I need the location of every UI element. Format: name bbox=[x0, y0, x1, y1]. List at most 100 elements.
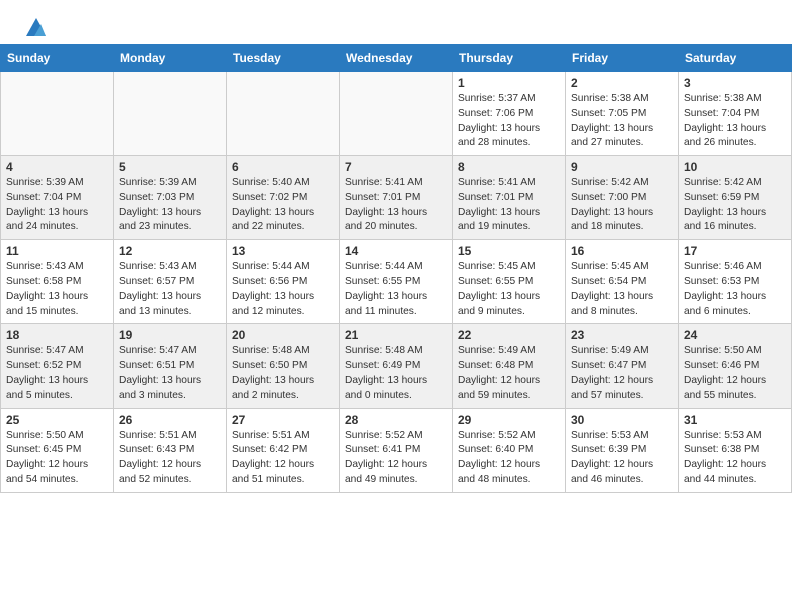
calendar-day-cell: 23Sunrise: 5:49 AM Sunset: 6:47 PM Dayli… bbox=[566, 324, 679, 408]
day-number: 10 bbox=[684, 160, 786, 174]
day-of-week-header: Friday bbox=[566, 45, 679, 72]
day-info: Sunrise: 5:43 AM Sunset: 6:57 PM Dayligh… bbox=[119, 260, 221, 319]
calendar-day-cell: 8 Sunrise: 5:41 AM Sunset: 7:01 PM Daylig… bbox=[453, 156, 566, 240]
calendar-day-cell: 31 Sunrise: 5:53 AM Sunset: 6:38 PM Dayli… bbox=[679, 408, 792, 492]
day-number: 21 bbox=[345, 328, 447, 342]
calendar-day-cell: 1Sunrise: 5:37 AM Sunset: 7:06 PM Daylig… bbox=[453, 72, 566, 156]
day-number: 30 bbox=[571, 413, 673, 427]
calendar-week-row: 18 Sunrise: 5:47 AM Sunset: 6:52 PM Dayli… bbox=[1, 324, 792, 408]
calendar-day-cell: 5Sunrise: 5:39 AM Sunset: 7:03 PM Daylig… bbox=[114, 156, 227, 240]
day-info: Sunrise: 5:48 AM Sunset: 6:50 PM Dayligh… bbox=[232, 344, 334, 403]
day-info: Sunrise: 5:51 AM Sunset: 6:42 PM Dayligh… bbox=[232, 429, 334, 488]
day-info: Sunrise: 5:50 AM Sunset: 6:45 PM Dayligh… bbox=[6, 429, 108, 488]
calendar-day-cell: 16Sunrise: 5:45 AM Sunset: 6:54 PM Dayli… bbox=[566, 240, 679, 324]
day-info: Sunrise: 5:47 AM Sunset: 6:52 PM Dayligh… bbox=[6, 344, 108, 403]
calendar-week-row: 25 Sunrise: 5:50 AM Sunset: 6:45 PM Dayli… bbox=[1, 408, 792, 492]
day-info: Sunrise: 5:43 AM Sunset: 6:58 PM Dayligh… bbox=[6, 260, 108, 319]
calendar-week-row: 4Sunrise: 5:39 AM Sunset: 7:04 PM Daylig… bbox=[1, 156, 792, 240]
day-info: Sunrise: 5:41 AM Sunset: 7:01 PM Dayligh… bbox=[458, 176, 560, 235]
calendar-day-cell: 27 Sunrise: 5:51 AM Sunset: 6:42 PM Dayli… bbox=[227, 408, 340, 492]
day-number: 14 bbox=[345, 244, 447, 258]
day-info: Sunrise: 5:51 AM Sunset: 6:43 PM Dayligh… bbox=[119, 429, 221, 488]
calendar-day-cell: 22 Sunrise: 5:49 AM Sunset: 6:48 PM Dayli… bbox=[453, 324, 566, 408]
day-of-week-header: Monday bbox=[114, 45, 227, 72]
calendar-day-cell: 28 Sunrise: 5:52 AM Sunset: 6:41 PM Dayli… bbox=[340, 408, 453, 492]
calendar-day-cell bbox=[114, 72, 227, 156]
day-info: Sunrise: 5:53 AM Sunset: 6:39 PM Dayligh… bbox=[571, 429, 673, 488]
calendar-day-cell: 12 Sunrise: 5:43 AM Sunset: 6:57 PM Dayli… bbox=[114, 240, 227, 324]
day-info: Sunrise: 5:38 AM Sunset: 7:04 PM Dayligh… bbox=[684, 92, 786, 151]
day-info: Sunrise: 5:38 AM Sunset: 7:05 PM Dayligh… bbox=[571, 92, 673, 151]
day-of-week-header: Tuesday bbox=[227, 45, 340, 72]
day-number: 12 bbox=[119, 244, 221, 258]
day-number: 20 bbox=[232, 328, 334, 342]
calendar-day-cell bbox=[340, 72, 453, 156]
day-number: 2 bbox=[571, 76, 673, 90]
day-number: 13 bbox=[232, 244, 334, 258]
day-number: 29 bbox=[458, 413, 560, 427]
day-number: 6 bbox=[232, 160, 334, 174]
day-number: 22 bbox=[458, 328, 560, 342]
day-info: Sunrise: 5:45 AM Sunset: 6:55 PM Dayligh… bbox=[458, 260, 560, 319]
day-info: Sunrise: 5:45 AM Sunset: 6:54 PM Dayligh… bbox=[571, 260, 673, 319]
calendar-week-row: 11 Sunrise: 5:43 AM Sunset: 6:58 PM Dayli… bbox=[1, 240, 792, 324]
calendar-day-cell bbox=[1, 72, 114, 156]
day-info: Sunrise: 5:53 AM Sunset: 6:38 PM Dayligh… bbox=[684, 429, 786, 488]
calendar-day-cell: 15 Sunrise: 5:45 AM Sunset: 6:55 PM Dayli… bbox=[453, 240, 566, 324]
day-number: 24 bbox=[684, 328, 786, 342]
calendar-day-cell: 24 Sunrise: 5:50 AM Sunset: 6:46 PM Dayli… bbox=[679, 324, 792, 408]
calendar-table: SundayMondayTuesdayWednesdayThursdayFrid… bbox=[0, 44, 792, 493]
day-of-week-header: Sunday bbox=[1, 45, 114, 72]
calendar-day-cell: 2 Sunrise: 5:38 AM Sunset: 7:05 PM Daylig… bbox=[566, 72, 679, 156]
day-number: 11 bbox=[6, 244, 108, 258]
calendar-week-row: 1Sunrise: 5:37 AM Sunset: 7:06 PM Daylig… bbox=[1, 72, 792, 156]
day-info: Sunrise: 5:46 AM Sunset: 6:53 PM Dayligh… bbox=[684, 260, 786, 319]
calendar-day-cell: 25 Sunrise: 5:50 AM Sunset: 6:45 PM Dayli… bbox=[1, 408, 114, 492]
calendar-day-cell: 13Sunrise: 5:44 AM Sunset: 6:56 PM Dayli… bbox=[227, 240, 340, 324]
calendar-day-cell bbox=[227, 72, 340, 156]
logo-icon bbox=[26, 18, 46, 36]
day-info: Sunrise: 5:47 AM Sunset: 6:51 PM Dayligh… bbox=[119, 344, 221, 403]
day-number: 19 bbox=[119, 328, 221, 342]
calendar-day-cell: 30 Sunrise: 5:53 AM Sunset: 6:39 PM Dayli… bbox=[566, 408, 679, 492]
day-info: Sunrise: 5:42 AM Sunset: 7:00 PM Dayligh… bbox=[571, 176, 673, 235]
day-of-week-header: Thursday bbox=[453, 45, 566, 72]
day-number: 15 bbox=[458, 244, 560, 258]
calendar-day-cell: 14Sunrise: 5:44 AM Sunset: 6:55 PM Dayli… bbox=[340, 240, 453, 324]
day-number: 31 bbox=[684, 413, 786, 427]
day-number: 18 bbox=[6, 328, 108, 342]
calendar-day-cell: 7 Sunrise: 5:41 AM Sunset: 7:01 PM Daylig… bbox=[340, 156, 453, 240]
day-number: 8 bbox=[458, 160, 560, 174]
calendar-day-cell: 4Sunrise: 5:39 AM Sunset: 7:04 PM Daylig… bbox=[1, 156, 114, 240]
day-number: 27 bbox=[232, 413, 334, 427]
day-info: Sunrise: 5:49 AM Sunset: 6:48 PM Dayligh… bbox=[458, 344, 560, 403]
calendar-day-cell: 20 Sunrise: 5:48 AM Sunset: 6:50 PM Dayli… bbox=[227, 324, 340, 408]
day-info: Sunrise: 5:39 AM Sunset: 7:03 PM Dayligh… bbox=[119, 176, 221, 235]
calendar-day-cell: 19 Sunrise: 5:47 AM Sunset: 6:51 PM Dayli… bbox=[114, 324, 227, 408]
day-number: 7 bbox=[345, 160, 447, 174]
day-info: Sunrise: 5:42 AM Sunset: 6:59 PM Dayligh… bbox=[684, 176, 786, 235]
calendar-day-cell: 17Sunrise: 5:46 AM Sunset: 6:53 PM Dayli… bbox=[679, 240, 792, 324]
calendar-day-cell: 9 Sunrise: 5:42 AM Sunset: 7:00 PM Daylig… bbox=[566, 156, 679, 240]
day-of-week-header: Saturday bbox=[679, 45, 792, 72]
day-number: 4 bbox=[6, 160, 108, 174]
calendar-day-cell: 11 Sunrise: 5:43 AM Sunset: 6:58 PM Dayli… bbox=[1, 240, 114, 324]
day-number: 1 bbox=[458, 76, 560, 90]
day-info: Sunrise: 5:41 AM Sunset: 7:01 PM Dayligh… bbox=[345, 176, 447, 235]
day-info: Sunrise: 5:52 AM Sunset: 6:40 PM Dayligh… bbox=[458, 429, 560, 488]
calendar-day-cell: 29 Sunrise: 5:52 AM Sunset: 6:40 PM Dayli… bbox=[453, 408, 566, 492]
page-header bbox=[0, 0, 792, 44]
calendar-day-cell: 10 Sunrise: 5:42 AM Sunset: 6:59 PM Dayli… bbox=[679, 156, 792, 240]
day-number: 26 bbox=[119, 413, 221, 427]
day-number: 9 bbox=[571, 160, 673, 174]
calendar-day-cell: 3Sunrise: 5:38 AM Sunset: 7:04 PM Daylig… bbox=[679, 72, 792, 156]
day-info: Sunrise: 5:52 AM Sunset: 6:41 PM Dayligh… bbox=[345, 429, 447, 488]
day-number: 25 bbox=[6, 413, 108, 427]
calendar-day-cell: 21Sunrise: 5:48 AM Sunset: 6:49 PM Dayli… bbox=[340, 324, 453, 408]
day-of-week-header: Wednesday bbox=[340, 45, 453, 72]
day-info: Sunrise: 5:40 AM Sunset: 7:02 PM Dayligh… bbox=[232, 176, 334, 235]
day-number: 28 bbox=[345, 413, 447, 427]
calendar-day-cell: 18 Sunrise: 5:47 AM Sunset: 6:52 PM Dayli… bbox=[1, 324, 114, 408]
day-number: 23 bbox=[571, 328, 673, 342]
day-info: Sunrise: 5:50 AM Sunset: 6:46 PM Dayligh… bbox=[684, 344, 786, 403]
